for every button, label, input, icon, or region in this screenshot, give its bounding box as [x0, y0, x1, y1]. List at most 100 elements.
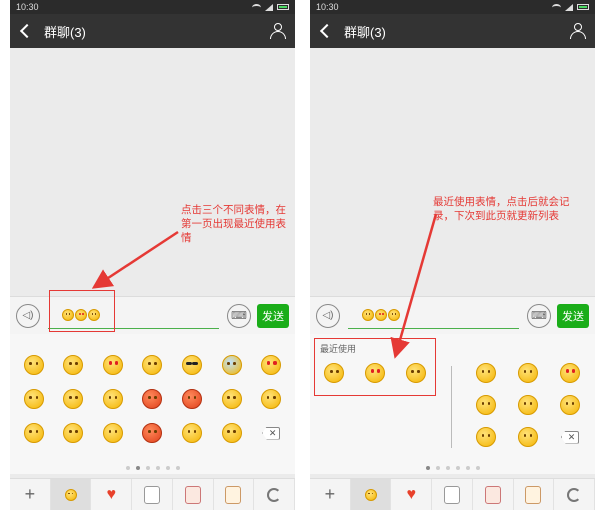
- page-dot[interactable]: [445, 466, 450, 470]
- emoji-cell[interactable]: [251, 354, 291, 376]
- heart-eyes-emoji-icon[interactable]: [261, 355, 282, 375]
- page-dot[interactable]: [155, 466, 160, 470]
- tab-sticker-1[interactable]: [132, 479, 173, 510]
- tab-emoji[interactable]: [50, 479, 92, 510]
- grin-emoji-icon[interactable]: [261, 389, 282, 409]
- tab-settings[interactable]: [254, 479, 295, 510]
- emoji-cell[interactable]: [172, 354, 212, 376]
- emoji-cell[interactable]: [465, 426, 507, 448]
- emoji-cell[interactable]: ✕: [251, 422, 291, 444]
- page-dot[interactable]: [165, 466, 170, 470]
- tab-add[interactable]: +: [10, 479, 51, 510]
- angry-emoji-icon[interactable]: [142, 423, 163, 443]
- shock-emoji-icon[interactable]: [182, 423, 203, 443]
- emoji-cell[interactable]: [212, 388, 252, 410]
- emoji-grid: ✕: [10, 354, 295, 444]
- tab-sticker-3[interactable]: [214, 479, 255, 510]
- emoji-cell[interactable]: [172, 388, 212, 410]
- emoji-cell[interactable]: [93, 388, 133, 410]
- emoji-cell[interactable]: [133, 354, 173, 376]
- page-dot[interactable]: [465, 466, 470, 470]
- cool-emoji-icon[interactable]: [182, 355, 203, 375]
- angry-emoji-icon[interactable]: [182, 389, 203, 409]
- back-arrow-icon[interactable]: [319, 23, 335, 39]
- emoji-cell[interactable]: [93, 422, 133, 444]
- back-arrow-icon[interactable]: [19, 23, 35, 39]
- tab-sticker-2[interactable]: [173, 479, 214, 510]
- delete-icon[interactable]: ✕: [561, 430, 579, 444]
- page-dot[interactable]: [425, 466, 430, 470]
- tab-emoji[interactable]: [350, 479, 392, 510]
- emoji-cell[interactable]: [14, 354, 54, 376]
- heart-eyes-emoji-icon[interactable]: [102, 355, 123, 375]
- emoji-cell[interactable]: [507, 394, 549, 416]
- emoji-cell[interactable]: [14, 388, 54, 410]
- surprise-emoji-icon[interactable]: [221, 389, 242, 409]
- sticker-icon: [525, 485, 542, 504]
- tab-add[interactable]: +: [310, 479, 351, 510]
- tab-sticker-2[interactable]: [473, 479, 514, 510]
- voice-input-icon[interactable]: ◁): [316, 303, 340, 328]
- laugh-emoji-icon[interactable]: [476, 395, 496, 415]
- shy-emoji-icon[interactable]: [63, 355, 84, 375]
- tab-sticker-3[interactable]: [514, 479, 555, 510]
- smile-emoji-icon[interactable]: [23, 355, 44, 375]
- emoji-cell[interactable]: [507, 362, 549, 384]
- wink-emoji-icon[interactable]: [63, 389, 84, 409]
- think-emoji-icon[interactable]: [23, 423, 44, 443]
- page-dot[interactable]: [455, 466, 460, 470]
- page-dot[interactable]: [435, 466, 440, 470]
- cry-emoji-icon[interactable]: [221, 355, 242, 375]
- emoji-cell[interactable]: [251, 388, 291, 410]
- think-emoji-icon[interactable]: [221, 423, 242, 443]
- angry-emoji-icon[interactable]: [142, 389, 163, 409]
- emoji-cell[interactable]: [54, 388, 94, 410]
- page-dot[interactable]: [175, 466, 180, 470]
- smile-emoji-icon[interactable]: [476, 363, 496, 383]
- emoji-cell[interactable]: [212, 422, 252, 444]
- think-emoji-icon[interactable]: [476, 427, 496, 447]
- emoji-cell[interactable]: [549, 362, 591, 384]
- emoji-cell[interactable]: [549, 394, 591, 416]
- voice-input-icon[interactable]: ◁): [16, 303, 40, 328]
- shy-emoji-icon[interactable]: [518, 363, 538, 383]
- wink-emoji-icon[interactable]: [518, 395, 538, 415]
- emoji-cell[interactable]: [54, 354, 94, 376]
- shock-emoji-icon[interactable]: [142, 355, 163, 375]
- emoji-cell[interactable]: [507, 426, 549, 448]
- tab-settings[interactable]: [554, 479, 595, 510]
- send-button[interactable]: 发送: [557, 303, 589, 328]
- page-dot[interactable]: [135, 466, 140, 470]
- tab-sticker-1[interactable]: [432, 479, 473, 510]
- message-input[interactable]: [348, 303, 519, 329]
- emoji-cell[interactable]: [133, 422, 173, 444]
- emoji-cell[interactable]: [133, 388, 173, 410]
- page-dot[interactable]: [145, 466, 150, 470]
- sleepy-emoji-icon[interactable]: [102, 389, 123, 409]
- keyboard-icon[interactable]: ⌨: [527, 303, 551, 328]
- emoji-cell[interactable]: [14, 422, 54, 444]
- battery-icon: [277, 4, 289, 10]
- emoji-cell[interactable]: [54, 422, 94, 444]
- page-dot[interactable]: [125, 466, 130, 470]
- delete-icon[interactable]: ✕: [262, 426, 281, 440]
- emoji-cell[interactable]: [172, 422, 212, 444]
- emoji-cell[interactable]: [212, 354, 252, 376]
- sad-emoji-icon[interactable]: [518, 427, 538, 447]
- tab-favorites[interactable]: ♥: [391, 479, 433, 510]
- heart-eyes-emoji-icon[interactable]: [560, 363, 580, 383]
- tab-favorites[interactable]: ♥: [91, 479, 133, 510]
- laugh-emoji-icon[interactable]: [102, 423, 123, 443]
- emoji-cell[interactable]: [465, 394, 507, 416]
- group-members-icon[interactable]: [269, 22, 287, 40]
- sleepy-emoji-icon[interactable]: [560, 395, 580, 415]
- emoji-cell[interactable]: [465, 362, 507, 384]
- laugh-emoji-icon[interactable]: [23, 389, 44, 409]
- emoji-cell[interactable]: ✕: [549, 426, 591, 448]
- sad-emoji-icon[interactable]: [63, 423, 84, 443]
- send-button[interactable]: 发送: [257, 303, 289, 328]
- keyboard-icon[interactable]: ⌨: [227, 303, 251, 328]
- group-members-icon[interactable]: [569, 22, 587, 40]
- emoji-cell[interactable]: [93, 354, 133, 376]
- page-dot[interactable]: [475, 466, 480, 470]
